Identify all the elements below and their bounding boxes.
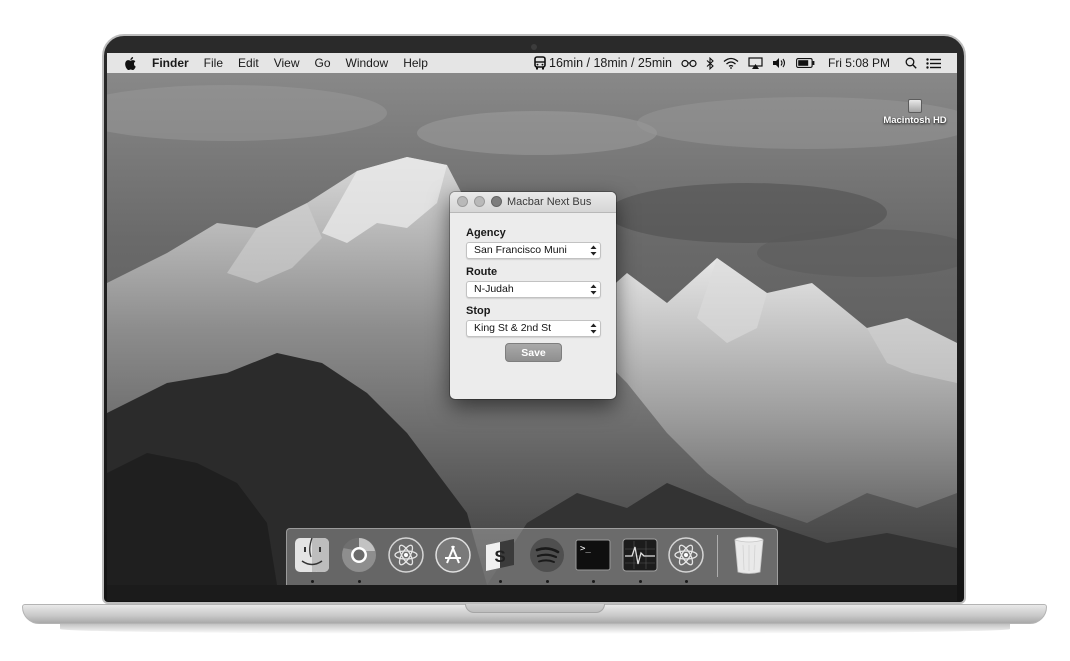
menu-bar: Finder File Edit View Go Window Help 16m… [107,53,957,73]
wifi-icon[interactable] [723,55,739,71]
agency-label: Agency [466,227,506,239]
terminal-icon[interactable]: >_ [573,535,613,575]
running-indicator [499,580,502,583]
menu-window[interactable]: Window [346,53,389,73]
menu-go[interactable]: Go [315,53,331,73]
window-title: Macbar Next Bus [507,196,592,208]
apple-menu-icon[interactable] [123,55,137,71]
zoom-button[interactable] [491,196,502,207]
sublime-text-icon[interactable]: S [480,535,520,575]
menu-help[interactable]: Help [403,53,428,73]
bluetooth-icon[interactable] [706,55,714,71]
select-arrows-icon [590,284,597,295]
app-store-icon[interactable] [433,535,473,575]
route-value: N-Judah [474,283,514,295]
atom-icon[interactable] [386,535,426,575]
finder-icon[interactable] [292,535,332,575]
trash-icon[interactable] [729,535,769,575]
spotify-icon[interactable] [527,535,567,575]
running-indicator [546,580,549,583]
select-arrows-icon [590,245,597,256]
running-indicator [311,580,314,583]
menu-view[interactable]: View [274,53,300,73]
stop-value: King St & 2nd St [474,322,552,334]
screen-bezel-bottom [107,585,957,601]
settings-form: Agency San Francisco Muni Route N-Judah … [450,213,616,362]
agency-value: San Francisco Muni [474,244,567,256]
select-arrows-icon [590,323,597,334]
menu-edit[interactable]: Edit [238,53,259,73]
close-button[interactable] [457,196,468,207]
running-indicator [592,580,595,583]
status-area: 16min / 18min / 25min Fri 5:08 PM [534,53,941,73]
glasses-icon[interactable] [681,55,697,71]
activity-monitor-icon[interactable] [620,535,660,575]
spotlight-search-icon[interactable] [905,55,917,71]
desktop-drive[interactable]: Macintosh HD [875,99,955,126]
dock-separator [717,535,718,577]
svg-text:>_: >_ [580,544,591,554]
route-label: Route [466,266,498,278]
running-indicator [685,580,688,583]
drive-label: Macintosh HD [883,115,947,126]
running-indicator [358,580,361,583]
clock[interactable]: Fri 5:08 PM [828,53,890,73]
save-button[interactable]: Save [505,343,562,362]
camera [531,44,537,50]
screen: Finder File Edit View Go Window Help 16m… [107,53,957,585]
bus-times: 16min / 18min / 25min [549,56,672,70]
volume-icon[interactable] [772,55,787,71]
bus-status-item[interactable]: 16min / 18min / 25min [534,56,672,70]
laptop-opening-notch [465,604,605,613]
notification-center-icon[interactable] [926,55,941,71]
minimize-button[interactable] [474,196,485,207]
svg-text:S: S [494,547,505,566]
airplay-icon[interactable] [748,55,763,71]
chrome-icon[interactable] [339,535,379,575]
stop-label: Stop [466,305,491,317]
running-indicator [639,580,642,583]
battery-icon[interactable] [796,55,815,71]
hard-drive-icon [908,99,922,113]
agency-select[interactable]: San Francisco Muni [466,242,601,259]
dock: S >_ [286,528,778,585]
stop-select[interactable]: King St & 2nd St [466,320,601,337]
atom-beta-icon[interactable] [666,535,706,575]
route-select[interactable]: N-Judah [466,281,601,298]
laptop-shadow [60,624,1010,634]
preferences-window: Macbar Next Bus Agency San Francisco Mun… [450,192,616,399]
menu-app-name[interactable]: Finder [152,53,189,73]
window-titlebar[interactable]: Macbar Next Bus [450,192,616,213]
bus-icon [534,56,546,70]
menu-file[interactable]: File [204,53,223,73]
